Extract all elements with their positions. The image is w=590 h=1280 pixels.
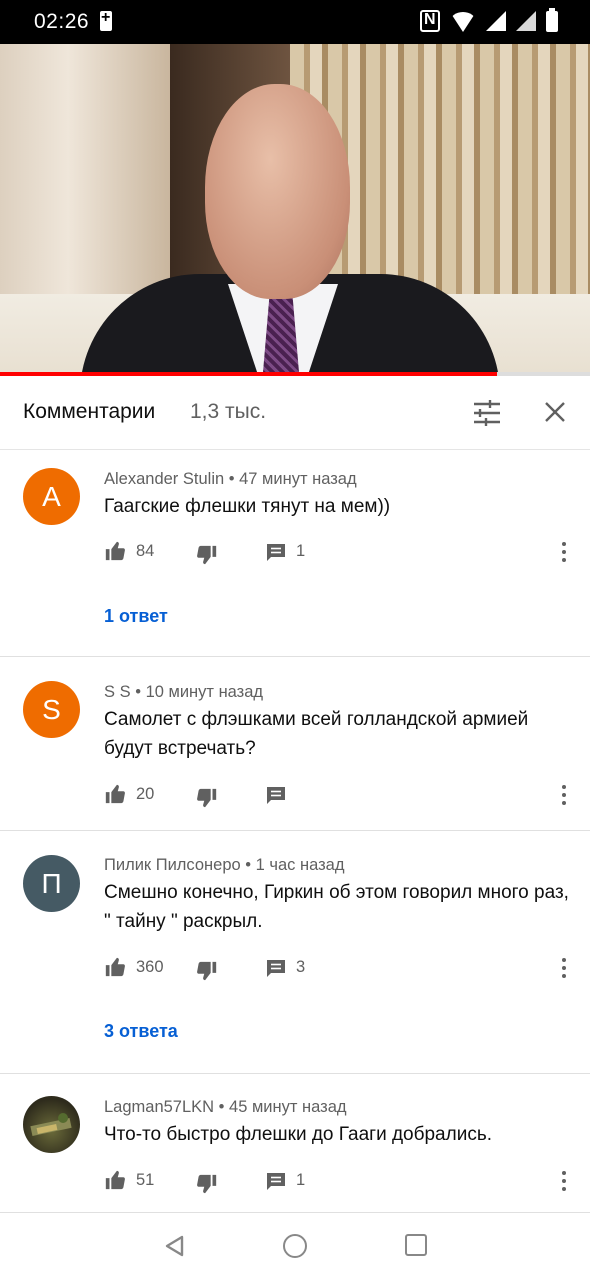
like-count: 51 xyxy=(136,1171,155,1189)
comment-text: Смешно конечно, Гиркин об этом говорил м… xyxy=(104,882,580,932)
comment-text: Гаагские флешки тянут на мем)) xyxy=(104,496,391,517)
signal-secondary-icon xyxy=(516,11,536,31)
divider xyxy=(0,656,590,657)
comment-author[interactable]: Alexander Stulin xyxy=(104,470,224,488)
comment-time: 10 минут назад xyxy=(145,683,264,701)
like-icon[interactable] xyxy=(104,1169,126,1191)
system-nav-bar xyxy=(0,1212,590,1280)
avatar[interactable]: П xyxy=(23,855,80,912)
avatar-letter: S xyxy=(42,693,61,725)
like-icon[interactable] xyxy=(104,783,126,805)
signal-icon xyxy=(486,11,506,31)
reply-icon[interactable] xyxy=(266,1172,286,1192)
reply-icon[interactable] xyxy=(266,543,286,563)
recent-apps-icon[interactable] xyxy=(405,1234,427,1256)
comment-author[interactable]: Lagman57LKN xyxy=(104,1098,214,1116)
back-icon[interactable] xyxy=(162,1234,186,1258)
comment-author[interactable]: Пилик Пилсонеро xyxy=(104,856,241,874)
video-player[interactable] xyxy=(0,44,590,374)
divider xyxy=(0,830,590,831)
wifi-icon xyxy=(450,12,476,32)
comment-actions: 51 1 xyxy=(104,1169,584,1195)
more-options-icon[interactable] xyxy=(558,956,570,980)
dislike-icon[interactable] xyxy=(196,544,218,566)
comments-title: Комментарии xyxy=(23,400,156,423)
comment-actions: 360 3 xyxy=(104,956,584,982)
reply-count: 1 xyxy=(296,542,306,560)
comment-meta: Lagman57LKN • 45 минут назад xyxy=(104,1098,347,1116)
comment-meta: Alexander Stulin • 47 минут назад xyxy=(104,470,357,488)
comments-header: Комментарии 1,3 тыс. xyxy=(0,376,590,450)
comment-actions: 20 xyxy=(104,783,584,809)
more-options-icon[interactable] xyxy=(558,783,570,807)
like-count: 360 xyxy=(136,958,164,976)
comment-time: 47 минут назад xyxy=(239,470,357,488)
dislike-icon[interactable] xyxy=(196,787,218,809)
like-count: 84 xyxy=(136,542,155,560)
avatar-letter: A xyxy=(42,480,61,512)
comment-time: 1 час назад xyxy=(255,856,345,874)
status-bar: 02:26 xyxy=(0,0,590,44)
reply-icon[interactable] xyxy=(266,786,286,806)
status-icons xyxy=(420,7,558,32)
dislike-icon[interactable] xyxy=(196,1173,218,1195)
like-icon[interactable] xyxy=(104,540,126,562)
dislike-icon[interactable] xyxy=(196,960,218,982)
more-options-icon[interactable] xyxy=(558,540,570,564)
status-time: 02:26 xyxy=(34,10,90,33)
reply-icon[interactable] xyxy=(266,959,286,979)
comment-actions: 84 1 xyxy=(104,540,584,566)
comment-author[interactable]: S S xyxy=(104,683,131,701)
like-icon[interactable] xyxy=(104,956,126,978)
avatar[interactable]: S xyxy=(23,681,80,738)
reply-count: 1 xyxy=(296,1171,306,1189)
comment-meta: S S • 10 минут назад xyxy=(104,683,264,701)
home-icon[interactable] xyxy=(283,1234,307,1258)
avatar-image xyxy=(30,1113,72,1137)
sort-filter-icon[interactable] xyxy=(472,399,502,427)
divider xyxy=(0,1073,590,1074)
comment-meta: Пилик Пилсонеро • 1 час назад xyxy=(104,856,345,874)
avatar[interactable] xyxy=(23,1096,80,1153)
avatar[interactable]: A xyxy=(23,468,80,525)
like-count: 20 xyxy=(136,785,155,803)
comment-text: Что-то быстро флешки до Гааги добрались. xyxy=(104,1124,493,1145)
more-options-icon[interactable] xyxy=(558,1169,570,1193)
comment-text: Самолет с флэшками всей голландской арми… xyxy=(104,709,529,759)
view-replies-link[interactable]: 3 ответа xyxy=(104,1021,178,1042)
battery-icon xyxy=(546,7,558,32)
comment-time: 45 минут назад xyxy=(229,1098,347,1116)
avatar-letter: П xyxy=(41,867,62,899)
view-replies-link[interactable]: 1 ответ xyxy=(104,606,168,627)
nfc-icon xyxy=(420,10,440,32)
close-icon[interactable] xyxy=(540,397,570,427)
reply-count: 3 xyxy=(296,958,306,976)
battery-saver-icon xyxy=(100,9,112,31)
comments-count: 1,3 тыс. xyxy=(190,400,267,423)
